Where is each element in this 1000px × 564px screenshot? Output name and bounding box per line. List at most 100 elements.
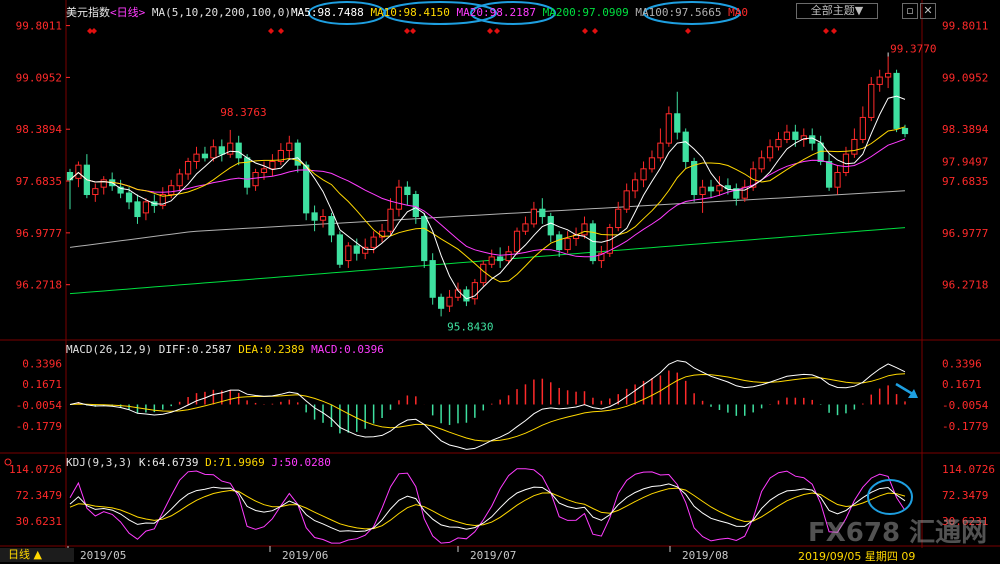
ma10-value: MA10:98.4150	[370, 6, 450, 19]
x-tick-label: 2019/07	[470, 549, 516, 562]
cursor-date-tag: 2019/09/05 星期四 09	[798, 550, 916, 563]
candle	[437, 296, 445, 309]
period-tab[interactable]: 日线 ▲	[0, 548, 74, 562]
price-axis-label-left: 99.0952	[16, 71, 62, 84]
event-marker	[410, 28, 416, 34]
candle	[859, 116, 866, 140]
macd-axis-label-left: -0.0054	[16, 399, 63, 412]
macd-value: MACD:0.0396	[311, 343, 384, 356]
candle	[665, 113, 672, 144]
candle	[429, 260, 436, 298]
macd-diff: DIFF:0.2587	[158, 343, 232, 356]
price-axis-label-left: 98.3894	[16, 123, 63, 136]
event-marker	[592, 28, 598, 34]
price-axis-label-left: 96.9777	[16, 227, 62, 240]
high-annotation: 99.3770	[890, 43, 936, 56]
event-marker	[582, 28, 588, 34]
candle	[387, 208, 394, 232]
candle	[589, 223, 597, 262]
ma5-line	[69, 95, 906, 300]
mid-high-annotation: 98.3763	[220, 106, 266, 119]
candle	[851, 138, 858, 155]
kdj-axis-label-left: 30.6231	[16, 515, 62, 528]
candle	[539, 208, 546, 218]
candle	[682, 131, 689, 162]
candle	[303, 164, 310, 214]
candle	[893, 72, 900, 129]
candle	[868, 83, 875, 118]
candle	[260, 168, 268, 173]
price-axis-label-current: 97.9497	[942, 156, 988, 169]
macd-axis-label-right: -0.1779	[942, 420, 988, 433]
candle	[395, 186, 403, 210]
candle	[901, 127, 909, 135]
candle	[556, 234, 563, 251]
close-button[interactable]: ✕	[920, 3, 936, 19]
candle	[775, 138, 782, 148]
ma200-value: MA200:97.0909	[542, 6, 629, 19]
x-tick-label: 2019/08	[682, 549, 728, 562]
ma200-line	[69, 227, 906, 295]
candle	[184, 160, 192, 175]
macd-axis-label-left: 0.3396	[22, 357, 62, 370]
kdj-title: KDJ(9,3,3)	[66, 456, 133, 469]
kdj-axis-label-right: 114.0726	[942, 463, 995, 476]
candle	[75, 164, 82, 179]
kdj-j: J:50.0280	[271, 456, 331, 469]
candle	[92, 188, 99, 196]
price-axis-label-right: 99.0952	[942, 71, 988, 84]
macd-axis-label-left: -0.1779	[16, 420, 62, 433]
candle	[125, 192, 133, 203]
macd-axis-label-right: -0.0054	[942, 399, 989, 412]
candle	[252, 171, 259, 187]
candle	[176, 173, 183, 187]
price-axis-label-left: 96.2718	[16, 279, 62, 292]
candle	[345, 245, 352, 262]
candle	[446, 296, 453, 307]
price-axis-label-left: 99.8011	[16, 20, 62, 33]
candle	[201, 153, 209, 159]
candle	[674, 113, 681, 133]
candle	[193, 153, 200, 162]
event-marker	[91, 28, 97, 34]
ma10-line	[69, 126, 906, 283]
kdj-d: D:71.9969	[205, 456, 265, 469]
candle	[564, 238, 571, 251]
theme-dropdown[interactable]: 全部主题▼	[796, 3, 878, 19]
price-axis-label-right: 96.9777	[942, 227, 988, 240]
restore-button[interactable]: ▫	[902, 3, 918, 19]
candle	[235, 142, 242, 159]
candle	[522, 223, 529, 232]
candle	[421, 216, 428, 262]
event-marker	[831, 28, 837, 34]
candle	[648, 157, 656, 170]
x-tick-label: 2019/06	[282, 549, 328, 562]
candle	[547, 216, 554, 236]
macd-axis-label-right: 0.1671	[942, 378, 982, 391]
kdj-axis-label-left: 114.0726	[9, 463, 62, 476]
candle	[497, 256, 504, 262]
price-axis-label-right: 99.8011	[942, 20, 988, 33]
candle	[328, 216, 335, 236]
kdj-axis-label-right: 72.3479	[942, 489, 988, 502]
candle	[707, 186, 715, 192]
macd-axis-label-left: 0.1671	[22, 378, 62, 391]
event-marker	[685, 28, 691, 34]
period-label[interactable]: <日线>	[110, 6, 145, 19]
candle	[716, 185, 723, 192]
event-marker	[268, 28, 274, 34]
kdj-k: K:64.6739	[138, 456, 199, 469]
candle	[792, 131, 799, 140]
ma5-value: MA5:98.7488	[290, 6, 364, 19]
candle	[657, 142, 664, 159]
candle	[834, 171, 841, 188]
legend-bar: 美元指数<日线> MA(5,10,20,200,100,0)MA5:98.748…	[66, 4, 748, 20]
event-marker	[487, 28, 493, 34]
x-tick-label: 2019/05	[80, 549, 126, 562]
event-marker	[494, 28, 500, 34]
price-axis-label-right: 96.2718	[942, 279, 988, 292]
event-marker	[404, 28, 410, 34]
candle	[758, 157, 765, 170]
candle	[404, 186, 411, 196]
candle	[885, 72, 892, 78]
